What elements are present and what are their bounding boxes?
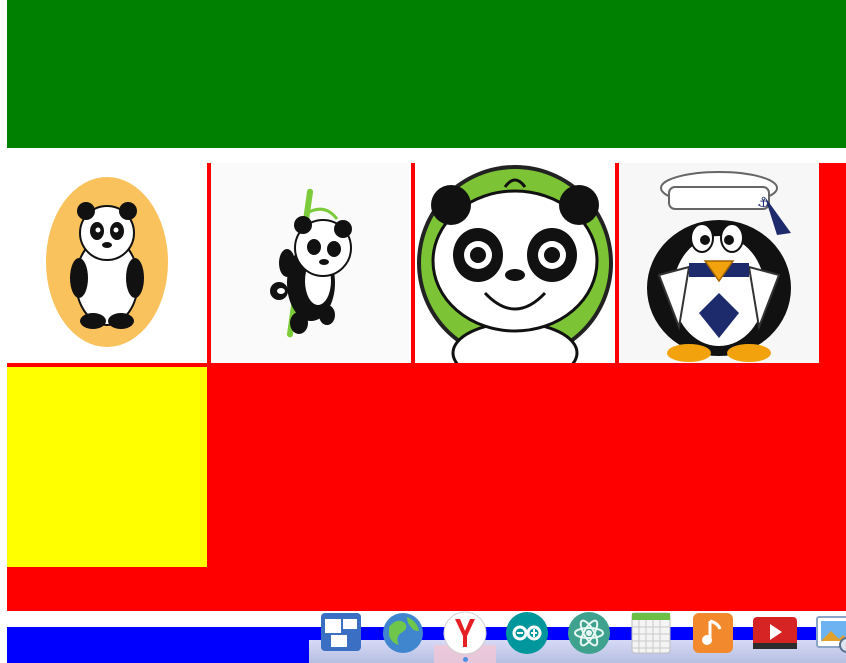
- gallery-image-2[interactable]: [211, 163, 411, 363]
- yandex-browser-icon: [443, 611, 487, 655]
- dock-item-arduino[interactable]: [503, 607, 551, 655]
- svg-text:⚓: ⚓: [757, 195, 770, 211]
- video-player-icon: [753, 617, 797, 649]
- gallery-image-1[interactable]: [7, 163, 207, 363]
- workspaces-icon: [321, 613, 361, 651]
- active-app-dot: [463, 657, 468, 662]
- dock-item-browser[interactable]: [379, 607, 427, 655]
- dock-item-image-viewer[interactable]: [813, 607, 846, 655]
- panda-face-icon: [415, 163, 615, 363]
- dock-item-calendar[interactable]: [627, 607, 675, 655]
- gallery-image-4[interactable]: ⚓: [619, 163, 819, 363]
- sailor-penguin-icon: ⚓: [619, 163, 819, 363]
- dock-item-workspaces[interactable]: [317, 607, 365, 655]
- dock-item-yandex[interactable]: [441, 607, 489, 655]
- calendar-icon: [631, 612, 671, 654]
- dock-item-music[interactable]: [689, 607, 737, 655]
- gallery-image-3[interactable]: [415, 163, 615, 363]
- arduino-icon: [506, 612, 548, 654]
- yellow-placeholder-box: [7, 367, 207, 567]
- dock-item-video[interactable]: [751, 607, 799, 655]
- panda-bamboo-icon: [211, 163, 411, 363]
- image-viewer-icon: [816, 616, 846, 653]
- globe-browser-icon: [383, 613, 423, 653]
- atom-editor-icon: [568, 612, 610, 654]
- header-banner: [7, 0, 846, 148]
- panda-standing-icon: [7, 163, 207, 363]
- dock-item-atom[interactable]: [565, 607, 613, 655]
- music-player-icon: [693, 613, 733, 653]
